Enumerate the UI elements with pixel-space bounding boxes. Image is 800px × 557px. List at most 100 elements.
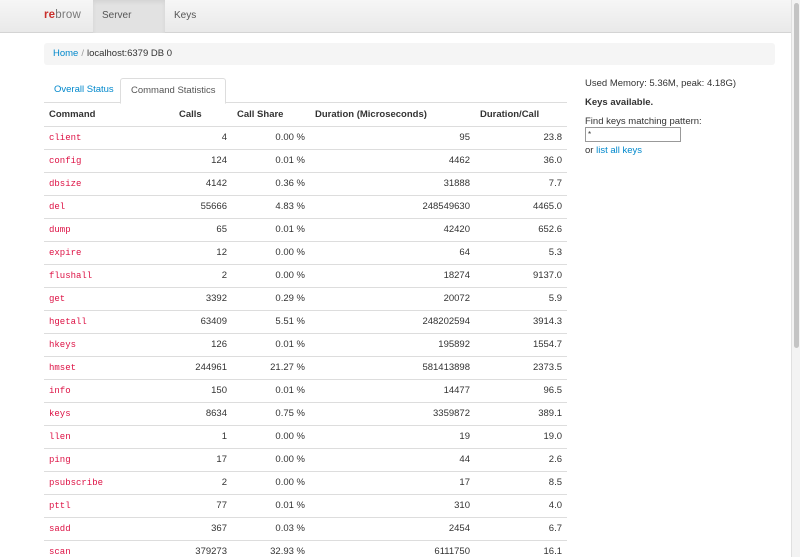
command-name: psubscribe — [49, 478, 104, 488]
duration-cell: 310 — [310, 493, 475, 517]
table-body: client 4 0.00 % 95 23.8 config 124 0.01 % 4462 36… — [44, 125, 567, 557]
calls-cell: 1 — [174, 424, 232, 448]
call-share-cell: 32.93 % — [232, 539, 310, 557]
breadcrumb-home-link[interactable]: Home — [53, 48, 78, 59]
call-share-cell: 0.00 % — [232, 263, 310, 287]
duration-cell: 17 — [310, 470, 475, 494]
duration-per-call-cell: 1554.7 — [475, 332, 567, 356]
breadcrumb: Home / localhost:6379 DB 0 — [44, 43, 775, 65]
call-share-cell: 0.00 % — [232, 470, 310, 494]
command-cell: pttl — [44, 493, 174, 517]
command-name: dbsize — [49, 179, 82, 189]
command-name: client — [49, 133, 82, 143]
table-row: expire 12 0.00 % 64 5.3 — [44, 240, 567, 264]
duration-cell: 2454 — [310, 516, 475, 540]
table-row: keys 8634 0.75 % 3359872 389.1 — [44, 401, 567, 425]
calls-cell: 55666 — [174, 194, 232, 218]
calls-cell: 4142 — [174, 171, 232, 195]
scrollbar-thumb[interactable] — [794, 3, 799, 348]
command-cell: flushall — [44, 263, 174, 287]
brand-logo[interactable]: rebrow — [44, 9, 81, 21]
duration-cell: 18274 — [310, 263, 475, 287]
list-all-keys-link[interactable]: list all keys — [596, 145, 642, 156]
table-row: sadd 367 0.03 % 2454 6.7 — [44, 516, 567, 540]
command-cell: dbsize — [44, 171, 174, 195]
calls-cell: 367 — [174, 516, 232, 540]
command-cell: get — [44, 286, 174, 310]
command-cell: del — [44, 194, 174, 218]
command-cell: hkeys — [44, 332, 174, 356]
call-share-cell: 0.00 % — [232, 447, 310, 471]
table-row: hkeys 126 0.01 % 195892 1554.7 — [44, 332, 567, 356]
duration-cell: 3359872 — [310, 401, 475, 425]
command-name: del — [49, 202, 66, 212]
duration-per-call-cell: 4.0 — [475, 493, 567, 517]
table-row: llen 1 0.00 % 19 19.0 — [44, 424, 567, 448]
command-cell: keys — [44, 401, 174, 425]
nav-server-status[interactable]: Server Status — [93, 0, 165, 53]
duration-per-call-cell: 2.6 — [475, 447, 567, 471]
nav-keys[interactable]: Keys — [165, 0, 205, 33]
table-row: ping 17 0.00 % 44 2.6 — [44, 447, 567, 471]
duration-per-call-cell: 4465.0 — [475, 194, 567, 218]
tab-command-statistics[interactable]: Command Statistics — [120, 78, 227, 104]
call-share-cell: 0.01 % — [232, 378, 310, 402]
duration-cell: 4462 — [310, 148, 475, 172]
call-share-cell: 0.29 % — [232, 286, 310, 310]
key-pattern-input[interactable] — [585, 127, 681, 142]
table-row: info 150 0.01 % 14477 96.5 — [44, 378, 567, 402]
table-row: config 124 0.01 % 4462 36.0 — [44, 148, 567, 172]
calls-cell: 379273 — [174, 539, 232, 557]
call-share-cell: 0.00 % — [232, 424, 310, 448]
calls-cell: 12 — [174, 240, 232, 264]
calls-cell: 244961 — [174, 355, 232, 379]
command-stats-table: Command Calls Call Share Duration (Micro… — [44, 103, 567, 557]
call-share-cell: 0.01 % — [232, 217, 310, 241]
calls-cell: 3392 — [174, 286, 232, 310]
call-share-cell: 0.01 % — [232, 332, 310, 356]
calls-cell: 8634 — [174, 401, 232, 425]
table-row: dbsize 4142 0.36 % 31888 7.7 — [44, 171, 567, 195]
col-calls: Calls — [174, 103, 232, 127]
command-name: get — [49, 294, 66, 304]
brand-prefix: re — [44, 9, 56, 21]
keys-available-text: Keys available. — [585, 97, 654, 108]
command-name: hkeys — [49, 340, 77, 350]
call-share-cell: 0.36 % — [232, 171, 310, 195]
command-cell: hgetall — [44, 309, 174, 333]
duration-per-call-cell: 3914.3 — [475, 309, 567, 333]
calls-cell: 2 — [174, 263, 232, 287]
duration-cell: 19 — [310, 424, 475, 448]
command-cell: dump — [44, 217, 174, 241]
call-share-cell: 5.51 % — [232, 309, 310, 333]
duration-cell: 14477 — [310, 378, 475, 402]
call-share-cell: 0.01 % — [232, 148, 310, 172]
tab-overall-status[interactable]: Overall Status — [44, 78, 124, 103]
col-command: Command — [44, 103, 174, 127]
command-cell: expire — [44, 240, 174, 264]
command-cell: ping — [44, 447, 174, 471]
duration-per-call-cell: 5.9 — [475, 286, 567, 310]
calls-cell: 77 — [174, 493, 232, 517]
duration-cell: 31888 — [310, 171, 475, 195]
command-name: scan — [49, 547, 71, 557]
call-share-cell: 0.00 % — [232, 125, 310, 149]
duration-per-call-cell: 36.0 — [475, 148, 567, 172]
command-name: flushall — [49, 271, 93, 281]
duration-per-call-cell: 8.5 — [475, 470, 567, 494]
call-share-cell: 0.01 % — [232, 493, 310, 517]
page-scrollbar[interactable] — [791, 0, 800, 557]
command-cell: llen — [44, 424, 174, 448]
find-keys-label: Find keys matching pattern: — [585, 116, 702, 127]
calls-cell: 124 — [174, 148, 232, 172]
command-name: info — [49, 386, 71, 396]
duration-cell: 248549630 — [310, 194, 475, 218]
command-name: llen — [49, 432, 71, 442]
command-cell: hmset — [44, 355, 174, 379]
call-share-cell: 0.03 % — [232, 516, 310, 540]
command-name: ping — [49, 455, 71, 465]
duration-per-call-cell: 5.3 — [475, 240, 567, 264]
list-all-line: or list all keys — [585, 145, 642, 156]
table-row: psubscribe 2 0.00 % 17 8.5 — [44, 470, 567, 494]
duration-cell: 195892 — [310, 332, 475, 356]
